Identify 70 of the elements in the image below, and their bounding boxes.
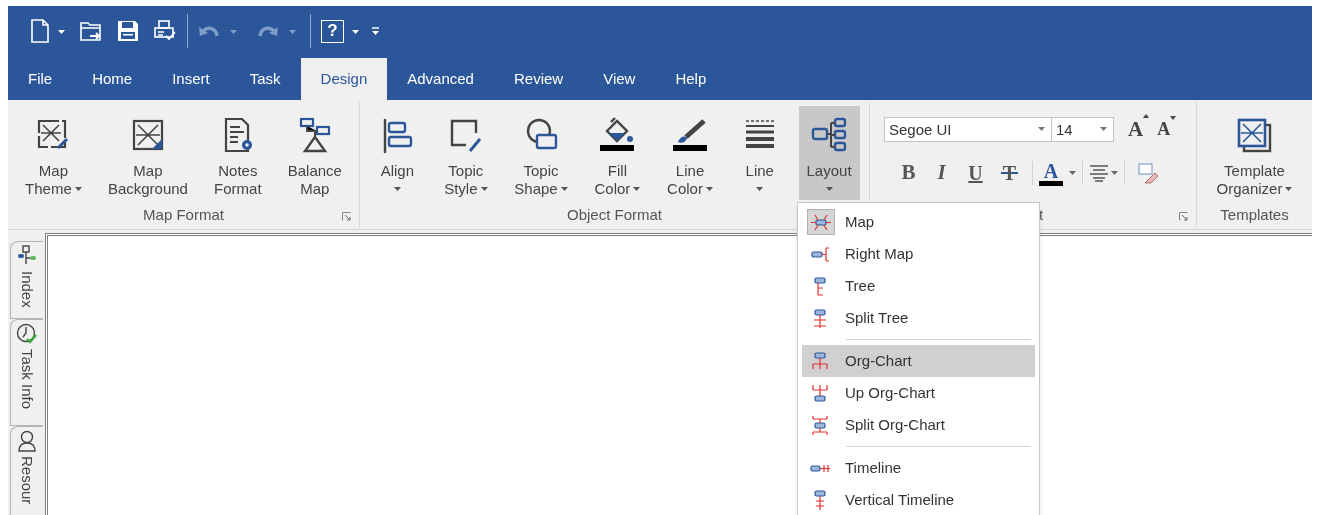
menu-item[interactable]: Vertical Timeline xyxy=(802,484,1035,515)
caret-up-icon xyxy=(1143,113,1150,118)
italic-button[interactable]: I xyxy=(925,157,958,189)
clear-format-icon[interactable] xyxy=(1137,162,1159,184)
font-size-field[interactable]: 14 xyxy=(1052,117,1114,142)
ribbon-tab[interactable]: Task xyxy=(229,58,301,100)
ribbon-tab[interactable]: Advanced xyxy=(387,58,494,100)
help-button[interactable]: ? xyxy=(321,19,344,43)
caret-icon xyxy=(1069,171,1076,175)
menu-item[interactable]: Tree xyxy=(802,270,1035,302)
menu-item[interactable]: Right Map xyxy=(802,238,1035,270)
print-preview-icon[interactable] xyxy=(153,19,177,43)
caret-icon xyxy=(352,29,359,34)
group-label: Object Format xyxy=(567,204,662,225)
ribbon-button[interactable]: Align xyxy=(369,106,426,200)
menu-item[interactable]: Split Org-Chart xyxy=(802,409,1035,441)
side-tab[interactable]: Index xyxy=(10,241,43,319)
color-bar-icon xyxy=(1039,180,1063,186)
ribbon-tab[interactable]: Help xyxy=(655,58,727,100)
ribbon-button[interactable]: Topic Style xyxy=(436,106,496,200)
customize-toolbar-icon[interactable] xyxy=(371,26,380,36)
ribbon-tab[interactable]: Review xyxy=(493,58,584,100)
save-icon[interactable] xyxy=(117,20,139,42)
side-tab[interactable]: Resour xyxy=(10,426,43,515)
group-label: Map Format xyxy=(143,204,224,225)
ribbon-button[interactable]: Line Color xyxy=(659,106,721,200)
clock-check-icon xyxy=(16,323,38,345)
menu-item[interactable]: Timeline xyxy=(802,452,1035,484)
ribbon-button[interactable]: Map Theme xyxy=(17,106,90,200)
grow-font-button[interactable]: A xyxy=(1128,113,1150,146)
bold-button[interactable]: B xyxy=(892,157,925,189)
shrink-font-button[interactable]: A xyxy=(1157,116,1177,143)
ribbon-tab[interactable]: Home xyxy=(72,58,153,100)
ribbon-tab[interactable]: Design xyxy=(300,58,388,100)
ribbon-tab[interactable]: Insert xyxy=(152,58,230,100)
ribbon-button[interactable]: Fill Color xyxy=(586,106,649,200)
underline-button[interactable]: U xyxy=(958,158,993,188)
group-label: Templates xyxy=(1220,204,1289,225)
caret-icon xyxy=(289,29,296,34)
menu-item[interactable]: Org-Chart xyxy=(802,345,1035,377)
caret-icon xyxy=(1170,116,1177,120)
caret-icon xyxy=(1038,127,1045,131)
new-document-icon[interactable] xyxy=(30,18,50,44)
ribbon-button[interactable]: Topic Shape xyxy=(506,106,576,200)
dialog-launcher-icon[interactable] xyxy=(1179,212,1188,222)
font-color-button[interactable]: A xyxy=(1039,160,1076,186)
menu-item[interactable]: Up Org-Chart xyxy=(802,377,1035,409)
ribbon-button[interactable]: Template Organizer xyxy=(1208,106,1301,200)
ribbon-button[interactable]: Balance Map xyxy=(279,106,350,200)
menu-item[interactable]: Split Tree xyxy=(802,302,1035,334)
align-center-icon xyxy=(1089,164,1109,182)
caret-icon xyxy=(1100,127,1107,131)
ribbon-tab[interactable]: File xyxy=(8,58,73,100)
ribbon-button[interactable]: Line xyxy=(731,106,788,200)
timeline-icon xyxy=(810,463,832,473)
ribbon-button[interactable]: Notes Format xyxy=(206,106,270,200)
nodes-icon xyxy=(17,245,37,267)
side-tab[interactable]: Task Info xyxy=(10,319,43,426)
person-icon xyxy=(17,430,37,452)
font-name-field[interactable]: Segoe UI xyxy=(884,117,1052,142)
open-folder-icon[interactable] xyxy=(79,19,103,43)
ribbon-tab[interactable]: View xyxy=(583,58,656,100)
caret-icon xyxy=(230,29,237,34)
ribbon-button[interactable]: Layout xyxy=(798,106,860,200)
caret-icon xyxy=(58,29,65,34)
ribbon-button[interactable]: Map Background xyxy=(99,106,196,200)
dialog-launcher-icon[interactable] xyxy=(342,212,351,222)
align-text-button[interactable] xyxy=(1089,164,1118,182)
menu-item[interactable]: Map xyxy=(802,206,1035,238)
caret-icon xyxy=(1111,171,1118,175)
